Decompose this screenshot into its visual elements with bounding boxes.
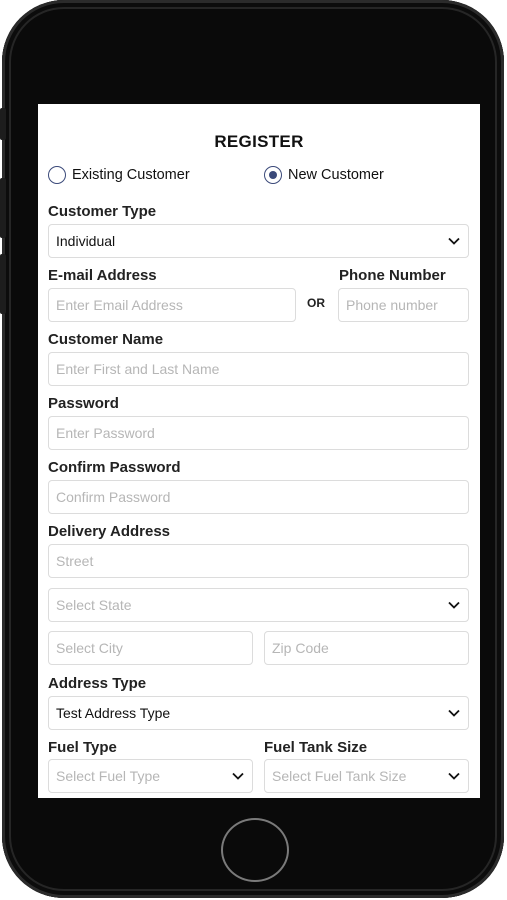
fuel-tank-size-label: Fuel Tank Size (264, 739, 368, 756)
email-field[interactable] (48, 288, 296, 322)
volume-down-button (0, 254, 6, 314)
customer-type-value: Individual (56, 233, 116, 249)
fuel-type-placeholder: Select Fuel Type (56, 768, 161, 784)
phone-input[interactable] (346, 297, 460, 313)
fuel-tank-size-placeholder: Select Fuel Tank Size (272, 768, 407, 784)
password-input[interactable] (56, 425, 460, 441)
confirm-password-field[interactable] (48, 480, 469, 514)
customer-name-label: Customer Name (48, 331, 164, 348)
fuel-type-select[interactable]: Select Fuel Type (48, 759, 253, 793)
chevron-down-icon (448, 772, 460, 780)
page-title: REGISTER (214, 132, 304, 151)
phone-label: Phone Number (339, 267, 446, 284)
customer-type-select[interactable]: Individual (48, 224, 469, 258)
fuel-tank-size-select[interactable]: Select Fuel Tank Size (264, 759, 469, 793)
chevron-down-icon (232, 772, 244, 780)
city-input[interactable] (56, 640, 244, 656)
fuel-type-label: Fuel Type (48, 739, 117, 756)
chevron-down-icon (448, 237, 460, 245)
email-input[interactable] (56, 297, 287, 313)
new-customer-label: New Customer (288, 167, 384, 183)
volume-up-button (0, 178, 6, 238)
password-label: Password (48, 395, 119, 412)
chevron-down-icon (448, 601, 460, 609)
zip-code-input[interactable] (272, 640, 460, 656)
phone-frame: REGISTER Existing Customer New Customer … (0, 0, 504, 898)
password-field[interactable] (48, 416, 469, 450)
address-type-label: Address Type (48, 675, 147, 692)
new-customer-radio[interactable]: New Customer (264, 166, 384, 184)
address-type-select[interactable]: Test Address Type (48, 696, 469, 730)
confirm-password-label: Confirm Password (48, 459, 181, 476)
email-label: E-mail Address (48, 267, 157, 284)
customer-type-label: Customer Type (48, 203, 157, 220)
address-type-value: Test Address Type (56, 705, 171, 721)
radio-button-selected-icon[interactable] (264, 166, 282, 184)
customer-radio-group: Existing Customer New Customer (48, 166, 470, 190)
city-field[interactable] (48, 631, 253, 665)
mute-switch (0, 108, 6, 140)
home-button[interactable] (221, 818, 289, 882)
street-field[interactable] (48, 544, 469, 578)
radio-button-icon[interactable] (48, 166, 66, 184)
existing-customer-label: Existing Customer (72, 167, 190, 183)
delivery-address-label: Delivery Address (48, 523, 171, 540)
phone-field[interactable] (338, 288, 469, 322)
zip-code-field[interactable] (264, 631, 469, 665)
existing-customer-radio[interactable]: Existing Customer (48, 166, 190, 184)
state-placeholder: Select State (56, 597, 132, 613)
confirm-password-input[interactable] (56, 489, 460, 505)
state-select[interactable]: Select State (48, 588, 469, 622)
customer-name-field[interactable] (48, 352, 469, 386)
street-input[interactable] (56, 553, 460, 569)
or-separator: OR (307, 296, 325, 310)
register-screen: REGISTER Existing Customer New Customer … (38, 104, 480, 798)
customer-name-input[interactable] (56, 361, 460, 377)
chevron-down-icon (448, 709, 460, 717)
